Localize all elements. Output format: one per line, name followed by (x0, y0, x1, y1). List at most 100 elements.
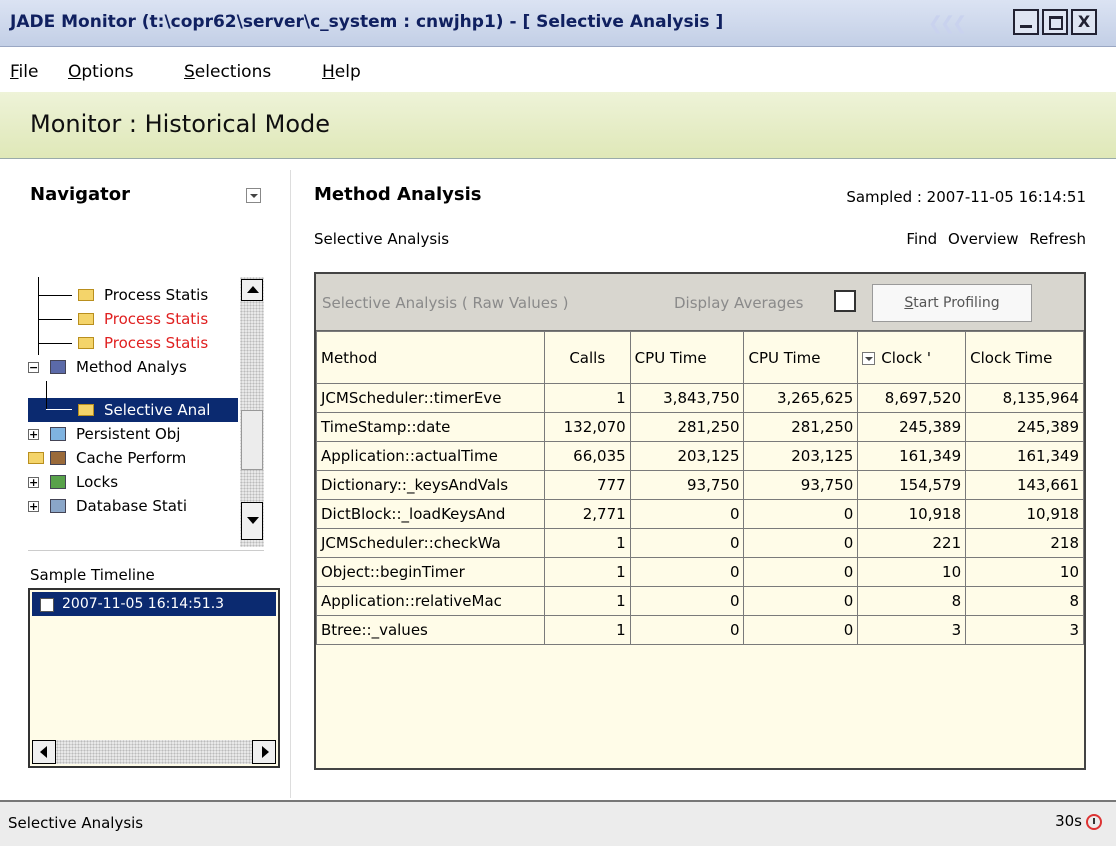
value-cell: 1 (543, 557, 631, 587)
value-cell: 3,265,625 (743, 383, 859, 413)
tree-item-method-analysis[interactable]: − Method Analys (28, 355, 238, 379)
value-cell: 245,389 (965, 412, 1084, 442)
overview-link[interactable]: Overview (948, 230, 1019, 248)
tree-item-cache-performance[interactable]: Cache Perform (28, 446, 238, 470)
value-cell: 0 (743, 499, 859, 529)
collapse-icon[interactable]: − (28, 362, 39, 373)
menu-file[interactable]: File (10, 62, 38, 82)
collapse-arrows-icon[interactable]: ❮❮❮ (928, 13, 967, 34)
value-cell: 777 (543, 470, 631, 500)
value-cell: 221 (857, 528, 967, 558)
method-cell: Application::relativeMac (316, 586, 545, 616)
value-cell: 0 (629, 586, 745, 616)
maximize-button[interactable] (1042, 9, 1068, 35)
value-cell: 0 (743, 557, 859, 587)
value-cell: 8 (857, 586, 967, 616)
column-header-cpu-time[interactable]: CPU Time (629, 331, 745, 384)
mode-title: Monitor : Historical Mode (30, 110, 331, 138)
expand-icon[interactable]: + (28, 429, 39, 440)
method-table: Method Calls CPU Time CPU Time Clock ' C… (316, 331, 1084, 645)
table-row[interactable]: Application::actualTime 66,035 203,125 203,… (316, 441, 1084, 471)
value-cell: 10,918 (965, 499, 1084, 529)
table-row[interactable]: JCMScheduler::timerEve 1 3,843,750 3,265,62… (316, 383, 1084, 413)
column-header-clock[interactable]: Clock ' (857, 331, 967, 384)
menu-help[interactable]: Help (322, 62, 361, 82)
sort-dropdown-icon[interactable] (862, 351, 876, 365)
value-cell: 8,135,964 (965, 383, 1084, 413)
value-cell: 203,125 (629, 441, 745, 471)
display-averages-label: Display Averages (674, 294, 804, 312)
action-links: Find Overview Refresh (900, 230, 1086, 248)
folder-icon (78, 404, 94, 416)
scroll-left-button[interactable] (32, 740, 56, 764)
timeline-item[interactable]: 2007-11-05 16:14:51.3 (32, 592, 276, 616)
folder-icon (78, 313, 94, 325)
tree-item-selective-analysis[interactable]: Selective Anal (28, 398, 238, 422)
timeline-item-checkbox[interactable] (40, 598, 54, 612)
expand-icon[interactable]: + (28, 477, 39, 488)
navigator-title: Navigator (30, 184, 130, 205)
column-header-calls[interactable]: Calls (543, 331, 631, 384)
column-header-method[interactable]: Method (316, 331, 545, 384)
tree-item-process-statistics-1[interactable]: Process Statis (28, 283, 238, 307)
selective-analysis-label: Selective Analysis (314, 230, 450, 248)
refresh-link[interactable]: Refresh (1029, 230, 1086, 248)
navigator-dropdown-button[interactable] (246, 188, 261, 203)
start-profiling-mnemonic: S (904, 295, 914, 311)
pane-divider[interactable] (290, 170, 291, 798)
value-cell: 8 (965, 586, 1084, 616)
tree-item-locks[interactable]: + Locks (28, 470, 238, 494)
mode-banner: Monitor : Historical Mode (0, 92, 1116, 159)
minimize-button[interactable] (1013, 9, 1039, 35)
expand-icon[interactable]: + (28, 501, 39, 512)
table-row[interactable]: Btree::_values 1 0 0 3 3 (316, 615, 1084, 645)
value-cell: 0 (629, 615, 745, 645)
sampled-timestamp: Sampled : 2007-11-05 16:14:51 (846, 188, 1086, 206)
table-row[interactable]: TimeStamp::date 132,070 281,250 281,250 245,… (316, 412, 1084, 442)
folder-icon (28, 452, 44, 464)
scroll-thumb[interactable] (241, 410, 263, 470)
tree-item-process-statistics-2[interactable]: Process Statis (28, 307, 238, 331)
value-cell: 10 (857, 557, 967, 587)
scroll-right-button[interactable] (252, 740, 276, 764)
table-row[interactable]: Application::relativeMac 1 0 0 8 8 (316, 586, 1084, 616)
table-row[interactable]: DictBlock::_loadKeysAnd 2,771 0 0 10,918 10,9… (316, 499, 1084, 529)
scroll-down-button[interactable] (241, 502, 263, 540)
column-header-clock-time[interactable]: Clock Time (965, 331, 1084, 384)
value-cell: 93,750 (743, 470, 859, 500)
method-cell: Application::actualTime (316, 441, 545, 471)
menu-options[interactable]: Options (68, 62, 134, 82)
menu-bar: File Options Selections Help (0, 58, 1116, 88)
value-cell: 0 (629, 499, 745, 529)
value-cell: 3,843,750 (629, 383, 745, 413)
table-row[interactable]: JCMScheduler::checkWa 1 0 0 221 218 (316, 528, 1084, 558)
method-analysis-icon (50, 360, 66, 374)
tree-item-database-statistics[interactable]: + Database Stati (28, 494, 238, 518)
scroll-up-button[interactable] (241, 279, 263, 301)
value-cell: 3 (965, 615, 1084, 645)
tree-item-process-statistics-3[interactable]: Process Statis (28, 331, 238, 355)
value-cell: 218 (965, 528, 1084, 558)
divider (28, 550, 264, 551)
refresh-interval[interactable]: 30s (1055, 812, 1102, 830)
column-header-cpu-time-2[interactable]: CPU Time (743, 331, 859, 384)
table-row[interactable]: Dictionary::_keysAndVals 777 93,750 93,750 1… (316, 470, 1084, 500)
display-averages-checkbox[interactable] (834, 290, 856, 312)
analysis-panel: Selective Analysis ( Raw Values ) Displa… (314, 272, 1086, 770)
value-cell: 245,389 (857, 412, 967, 442)
close-button[interactable]: X (1071, 9, 1097, 35)
value-cell: 93,750 (629, 470, 745, 500)
value-cell: 0 (743, 615, 859, 645)
value-cell: 281,250 (629, 412, 745, 442)
sample-timeline-list[interactable]: 2007-11-05 16:14:51.3 (28, 588, 280, 768)
start-profiling-button[interactable]: Start Profiling (872, 284, 1032, 322)
method-cell: Object::beginTimer (316, 557, 545, 587)
value-cell: 203,125 (743, 441, 859, 471)
find-link[interactable]: Find (906, 230, 937, 248)
window-title: JADE Monitor (t:\copr62\server\c_system … (10, 12, 724, 32)
locks-icon (50, 475, 66, 489)
timeline-hscrollbar[interactable] (32, 740, 276, 764)
table-row[interactable]: Object::beginTimer 1 0 0 10 10 (316, 557, 1084, 587)
menu-selections[interactable]: Selections (184, 62, 271, 82)
tree-item-persistent-objects[interactable]: + Persistent Obj (28, 422, 238, 446)
